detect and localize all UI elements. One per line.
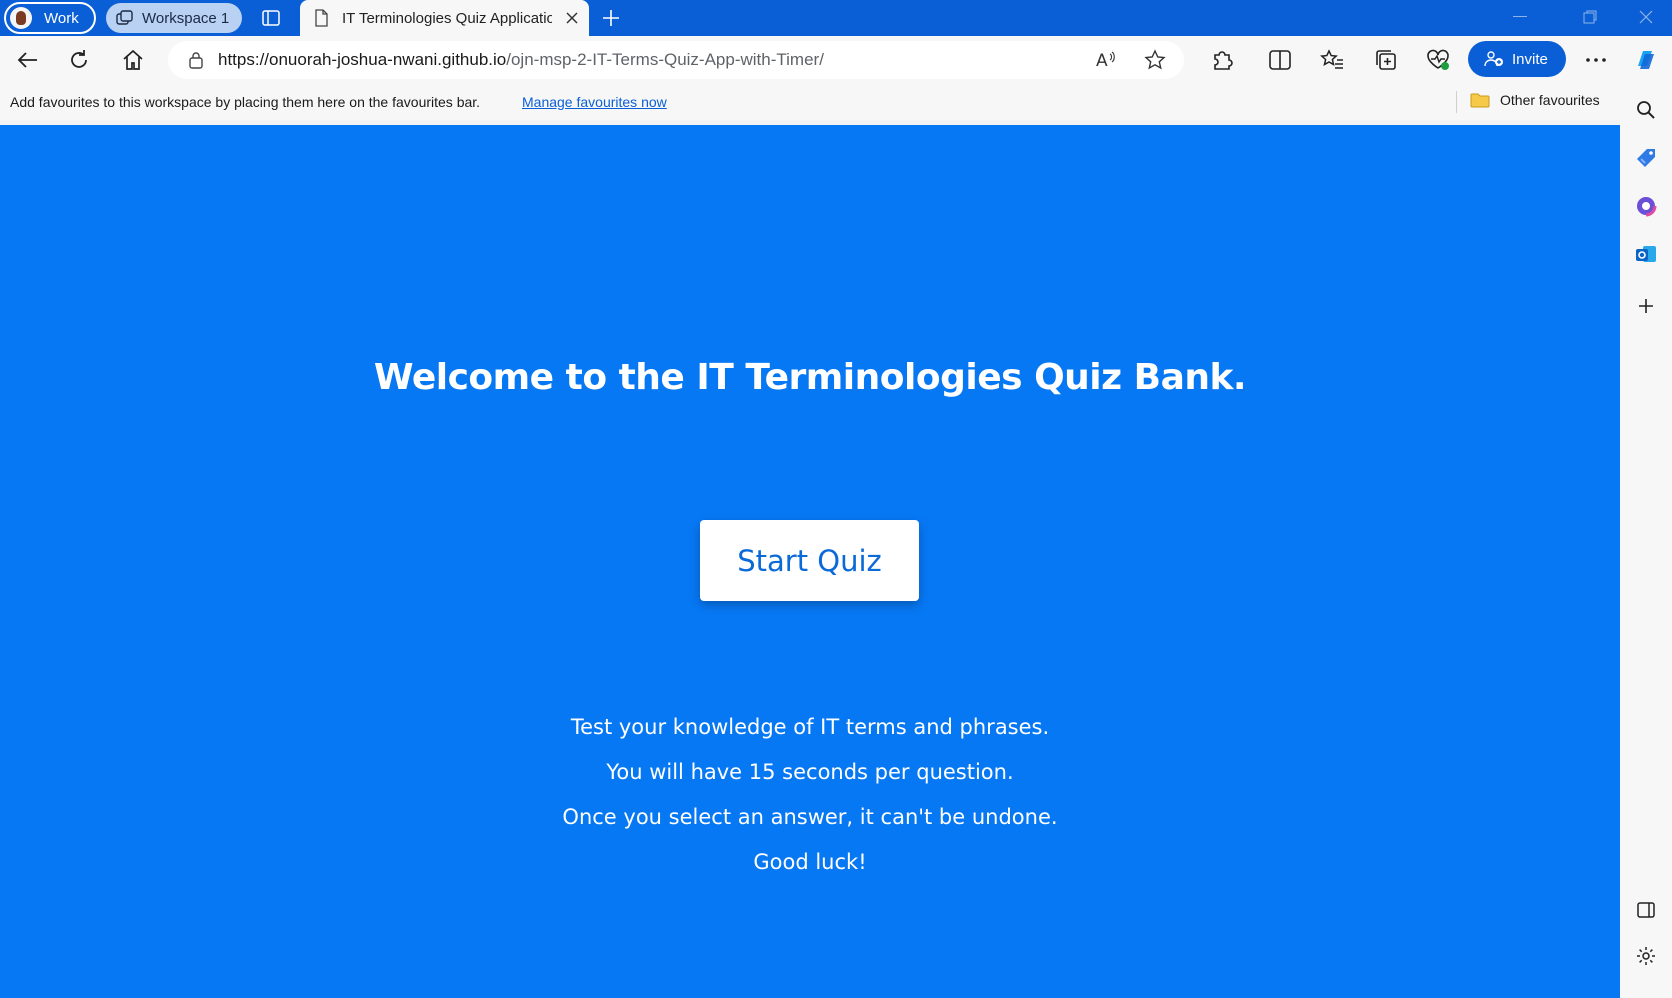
invite-icon: [1484, 51, 1503, 67]
address-bar[interactable]: https://onuorah-joshua-nwani.github.io/o…: [168, 41, 1184, 79]
collections-icon[interactable]: [1370, 44, 1402, 76]
avatar: [10, 7, 32, 29]
copilot-icon[interactable]: [1630, 44, 1662, 76]
profile-label: Work: [44, 9, 79, 27]
rule-line: Test your knowledge of IT terms and phra…: [570, 715, 1050, 739]
add-icon[interactable]: [1630, 290, 1662, 322]
lock-icon[interactable]: [188, 51, 204, 69]
title-bar: Work Workspace 1 IT Terminologies Quiz A…: [0, 0, 1672, 36]
rule-line: You will have 15 seconds per question.: [606, 760, 1014, 784]
settings-icon[interactable]: [1630, 940, 1662, 972]
restore-icon[interactable]: [1564, 0, 1616, 34]
toolbar: https://onuorah-joshua-nwani.github.io/o…: [0, 36, 1672, 84]
favorite-star-icon[interactable]: [1143, 49, 1167, 71]
other-favourites-label: Other favourites: [1500, 92, 1600, 108]
rule-line: Good luck!: [753, 850, 867, 874]
start-quiz-button[interactable]: Start Quiz: [700, 520, 919, 601]
tab-active[interactable]: IT Terminologies Quiz Application: [300, 0, 589, 36]
shopping-tag-icon[interactable]: [1630, 142, 1662, 174]
workspace-icon: [116, 10, 133, 25]
tab-title: IT Terminologies Quiz Application: [342, 9, 552, 27]
svg-text:A: A: [1096, 51, 1108, 70]
search-icon[interactable]: [1630, 94, 1662, 126]
favourites-bar-message: Add favourites to this workspace by plac…: [10, 94, 481, 110]
close-icon[interactable]: [563, 9, 581, 27]
favourites-bar: Add favourites to this workspace by plac…: [0, 84, 1620, 120]
minimize-icon[interactable]: [1494, 0, 1546, 34]
more-icon[interactable]: [1580, 44, 1612, 76]
outlook-icon[interactable]: [1630, 238, 1662, 270]
url-host: https://onuorah-joshua-nwani.github.io: [218, 50, 507, 69]
browser-essentials-icon[interactable]: [1422, 44, 1454, 76]
invite-label: Invite: [1512, 50, 1548, 68]
favourites-divider: [1456, 91, 1457, 113]
quiz-page: Welcome to the IT Terminologies Quiz Ban…: [0, 125, 1620, 998]
rule-line: Once you select an answer, it can't be u…: [562, 805, 1058, 829]
page-icon: [315, 9, 328, 27]
invite-button[interactable]: Invite: [1468, 41, 1566, 77]
quiz-rules: Test your knowledge of IT terms and phra…: [0, 705, 1620, 885]
right-sidebar: [1620, 84, 1672, 998]
other-favourites-folder[interactable]: Other favourites: [1470, 92, 1600, 108]
office-icon[interactable]: [1630, 190, 1662, 222]
workspace-button[interactable]: Workspace 1: [106, 3, 242, 33]
close-window-icon[interactable]: [1620, 0, 1672, 34]
folder-icon: [1470, 93, 1490, 108]
profile-button[interactable]: Work: [4, 2, 96, 34]
refresh-icon[interactable]: [62, 44, 96, 76]
home-icon[interactable]: [116, 44, 150, 76]
back-icon[interactable]: [10, 44, 44, 76]
url-path: /ojn-msp-2-IT-Terms-Quiz-App-with-Timer/: [506, 50, 824, 69]
extensions-icon[interactable]: [1206, 44, 1238, 76]
split-screen-icon[interactable]: [1264, 44, 1296, 76]
plus-icon[interactable]: [598, 5, 624, 31]
read-aloud-icon[interactable]: A: [1094, 49, 1118, 71]
workspace-label: Workspace 1: [142, 9, 230, 27]
tab-actions-icon[interactable]: [258, 6, 284, 30]
page-title: Welcome to the IT Terminologies Quiz Ban…: [373, 357, 1247, 398]
favorites-icon[interactable]: [1316, 44, 1348, 76]
sidebar-toggle-icon[interactable]: [1630, 894, 1662, 926]
manage-favourites-link[interactable]: Manage favourites now: [522, 94, 667, 110]
